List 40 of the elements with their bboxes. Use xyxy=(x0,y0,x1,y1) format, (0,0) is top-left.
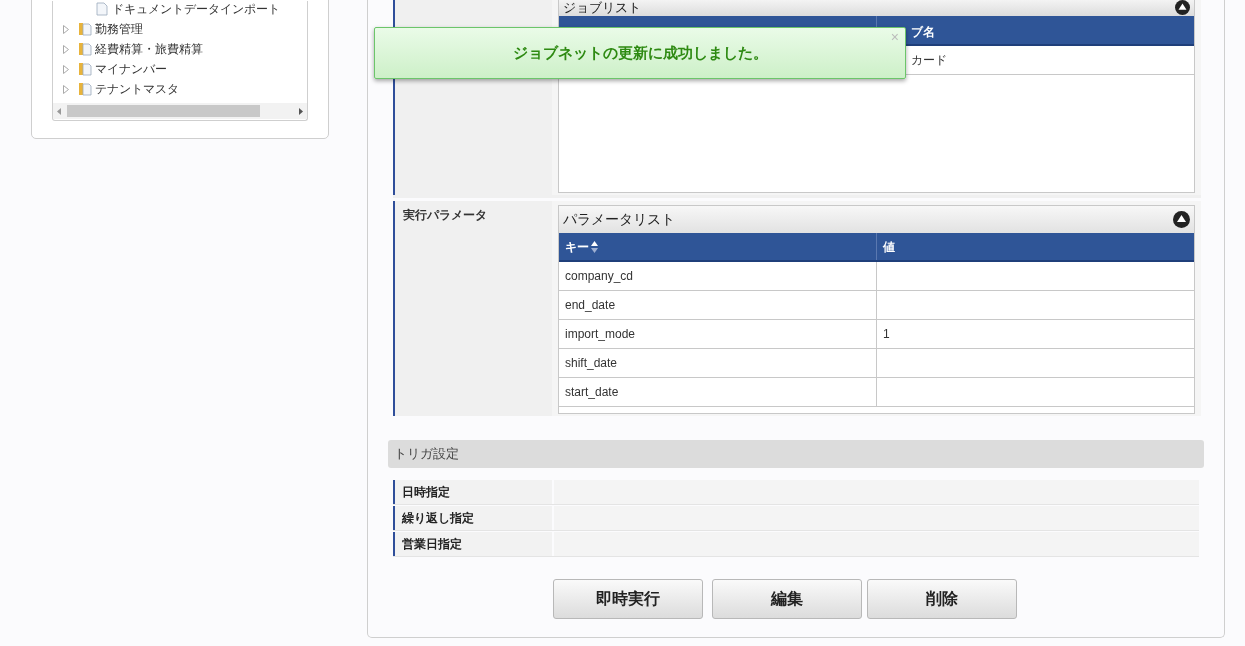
scroll-right-icon[interactable] xyxy=(299,107,303,115)
scrollbar-thumb[interactable] xyxy=(67,105,260,117)
table-cell: shift_date xyxy=(559,349,877,377)
expand-icon[interactable] xyxy=(63,24,72,34)
action-button[interactable]: 即時実行 xyxy=(553,579,703,619)
folder-icon xyxy=(78,62,92,76)
column-header[interactable]: キー xyxy=(559,233,877,260)
tree-item[interactable]: マイナンバー xyxy=(95,60,167,78)
table-cell-text: 1 xyxy=(882,326,891,343)
table-cell: start_date xyxy=(559,378,877,406)
expand-icon[interactable] xyxy=(63,44,72,54)
horizontal-scrollbar[interactable] xyxy=(53,103,307,119)
tree-item[interactable]: ドキュメントデータインポート xyxy=(112,0,280,18)
collapse-icon[interactable] xyxy=(1173,211,1190,228)
panel-title: ジョブリスト xyxy=(563,0,641,15)
tree-item[interactable]: 経費精算・旅費精算 xyxy=(95,40,203,58)
section-header: トリガ設定 xyxy=(388,440,1204,468)
collapse-icon[interactable] xyxy=(1175,0,1190,15)
scroll-left-icon[interactable] xyxy=(57,107,61,115)
field-label: 実行パラメータ xyxy=(393,201,552,416)
table-cell: company_cd xyxy=(559,262,877,290)
folder-icon xyxy=(78,22,92,36)
action-button[interactable]: 削除 xyxy=(867,579,1017,619)
column-header[interactable]: 値 xyxy=(877,233,1194,260)
table-cell-text: カード xyxy=(910,52,948,69)
action-button[interactable]: 編集 xyxy=(712,579,862,619)
field-label: 日時指定 xyxy=(393,480,552,504)
toast-message: ジョブネットの更新に成功しました。 xyxy=(512,42,768,63)
expand-icon[interactable] xyxy=(63,64,72,74)
expand-icon[interactable] xyxy=(63,84,72,94)
tree-item[interactable]: 勤務管理 xyxy=(95,20,143,38)
table-cell: import_mode xyxy=(559,320,877,348)
table-cell: end_date xyxy=(559,291,877,319)
field-label: 繰り返し指定 xyxy=(393,506,552,530)
folder-icon xyxy=(78,42,92,56)
folder-icon xyxy=(78,82,92,96)
sort-icon[interactable] xyxy=(591,240,598,253)
tree-item[interactable]: テナントマスタ xyxy=(95,80,179,98)
panel-title: パラメータリスト xyxy=(563,210,675,229)
field-label: 営業日指定 xyxy=(393,532,552,556)
